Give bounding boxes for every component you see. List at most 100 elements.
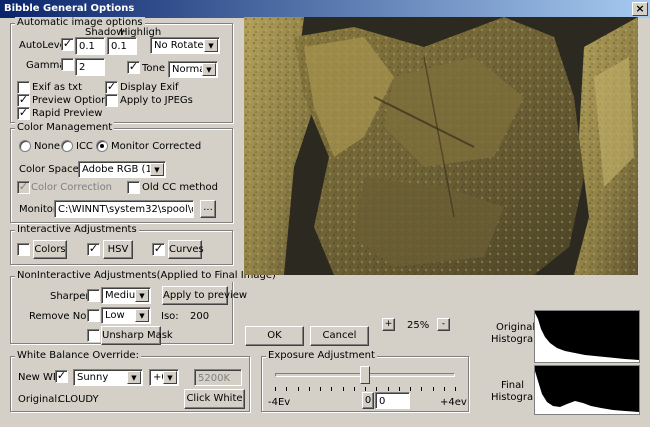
slider-tick [286, 387, 288, 391]
final-histogram-graph [535, 371, 639, 414]
rotate-select[interactable]: No Rotate ▼ [150, 37, 220, 54]
ok-button[interactable]: OK [245, 326, 304, 346]
curves-checkbox[interactable]: ✓ [152, 243, 165, 256]
exposure-max-label: +4ev [440, 397, 467, 408]
slider-tick [275, 387, 276, 391]
curves-button[interactable]: Curves [168, 240, 204, 259]
color-correction-checkbox[interactable]: ✓ [17, 181, 30, 194]
autolevel-checkbox[interactable]: ✓ [61, 38, 74, 51]
hsv-button[interactable]: HSV [103, 240, 133, 259]
monitor-path-input[interactable]: C:\WINNT\system32\spool\drivers [54, 200, 194, 218]
color-space-label: Color Space: [19, 164, 83, 175]
shadow-input[interactable]: 0.1 [75, 37, 105, 55]
icc-radio[interactable] [61, 140, 73, 152]
colors-checkbox[interactable] [17, 243, 30, 256]
slider-tick [320, 387, 321, 391]
old-cc-checkbox[interactable] [127, 181, 140, 194]
wb-preset-select[interactable]: Sunny ▼ [73, 369, 143, 386]
apply-jpegs-label: Apply to JPEGs [120, 95, 193, 106]
chevron-down-icon: ▼ [135, 289, 149, 302]
iso-label: Iso: [161, 311, 179, 322]
none-radio[interactable] [19, 140, 31, 152]
slider-tick [365, 387, 366, 391]
window-titlebar: Bibble General Options [0, 0, 650, 18]
exposure-value-input[interactable]: 0 [375, 392, 410, 409]
apply-jpegs-checkbox[interactable] [105, 94, 118, 107]
tone-checkbox[interactable]: ✓ [127, 61, 140, 74]
window-title: Bibble General Options [4, 3, 135, 14]
noninteractive-adjustments-title: NonInteractive Adjustments(Applied to Fi… [15, 270, 278, 282]
icc-label: ICC [76, 141, 93, 152]
zoom-out-button[interactable]: - [437, 318, 450, 331]
rapid-preview-label: Rapid Preview [32, 108, 103, 119]
chevron-down-icon: ▼ [127, 371, 141, 384]
unsharp-mask-checkbox[interactable] [87, 329, 100, 342]
color-space-select[interactable]: Adobe RGB (1998) ▼ [78, 161, 166, 178]
color-management-title: Color Management [15, 122, 115, 134]
color-correction-label: Color Correction [31, 182, 113, 193]
remove-noise-value: Low [105, 310, 125, 321]
rock-photo [244, 17, 638, 275]
old-cc-label: Old CC method [142, 182, 218, 193]
new-wb-checkbox[interactable]: ✓ [55, 370, 68, 383]
gamma-input[interactable]: 2 [75, 58, 105, 76]
remove-noise-checkbox[interactable] [87, 309, 100, 322]
click-white-button[interactable]: Click White [184, 389, 245, 409]
slider-tick [387, 387, 389, 391]
new-wb-label: New WB [18, 372, 60, 383]
exposure-title: Exposure Adjustment [266, 350, 377, 362]
slider-tick [353, 387, 355, 391]
slider-tick [398, 387, 400, 391]
wb-preset-value: Sunny [77, 372, 109, 383]
apply-to-preview-button[interactable]: Apply to preview [162, 286, 247, 305]
zoom-in-button[interactable]: + [382, 318, 395, 331]
white-balance-title: White Balance Override: [15, 350, 141, 362]
exposure-reset-button[interactable]: 0 [362, 392, 374, 409]
kelvin-input[interactable]: 5200K [194, 369, 242, 386]
exposure-slider-ticks [275, 387, 456, 391]
display-exif-checkbox[interactable]: ✓ [105, 81, 118, 94]
monitor-label: Monitor [19, 204, 58, 215]
original-histogram-label-1: Original: [496, 322, 539, 333]
close-icon: × [635, 2, 645, 15]
preview-image [244, 17, 638, 275]
hsv-checkbox[interactable]: ✓ [87, 243, 100, 256]
original-histogram [534, 310, 640, 363]
zoom-value: 25% [407, 320, 430, 331]
chevron-down-icon: ▼ [202, 63, 216, 76]
iso-value: 200 [190, 311, 210, 322]
chevron-down-icon: ▼ [204, 39, 218, 52]
final-histogram-label-1: Final [501, 380, 525, 391]
slider-tick [410, 387, 411, 391]
exposure-slider-thumb[interactable] [360, 366, 370, 384]
original-wb-value: CLOUDY [58, 394, 99, 405]
highlight-input[interactable]: 0.1 [107, 37, 137, 55]
sharpen-checkbox[interactable] [87, 289, 100, 302]
monitor-corrected-label: Monitor Corrected [111, 141, 202, 152]
slider-tick [308, 387, 310, 391]
original-wb-label: Original: [18, 394, 61, 405]
gamma-checkbox[interactable] [61, 58, 74, 71]
chevron-down-icon: ▼ [163, 371, 177, 384]
slider-tick [331, 387, 333, 391]
slider-tick [376, 387, 378, 391]
interactive-adjustments-title: Interactive Adjustments [15, 224, 139, 236]
close-button[interactable]: × [632, 2, 648, 16]
wb-offset-select[interactable]: +0 ▼ [149, 369, 179, 386]
colors-button[interactable]: Colors [33, 240, 67, 259]
browse-button[interactable]: ... [200, 200, 216, 218]
sharpen-select[interactable]: Medium ▼ [101, 287, 151, 304]
slider-tick [297, 387, 299, 391]
remove-noise-select[interactable]: Low ▼ [101, 307, 151, 324]
unsharp-mask-button[interactable]: Unsharp Mask [101, 326, 173, 345]
gamma-label: Gamma [26, 60, 66, 71]
rapid-preview-checkbox[interactable]: ✓ [17, 107, 30, 120]
sharpen-label: Sharpen [50, 291, 92, 302]
slider-tick [432, 387, 434, 391]
exif-txt-label: Exif as txt [32, 82, 82, 93]
cancel-button[interactable]: Cancel [310, 326, 369, 346]
slider-tick [455, 387, 456, 391]
none-label: None [34, 141, 61, 152]
monitor-corrected-radio[interactable] [96, 140, 108, 152]
tone-select[interactable]: Normal ▼ [168, 61, 218, 78]
